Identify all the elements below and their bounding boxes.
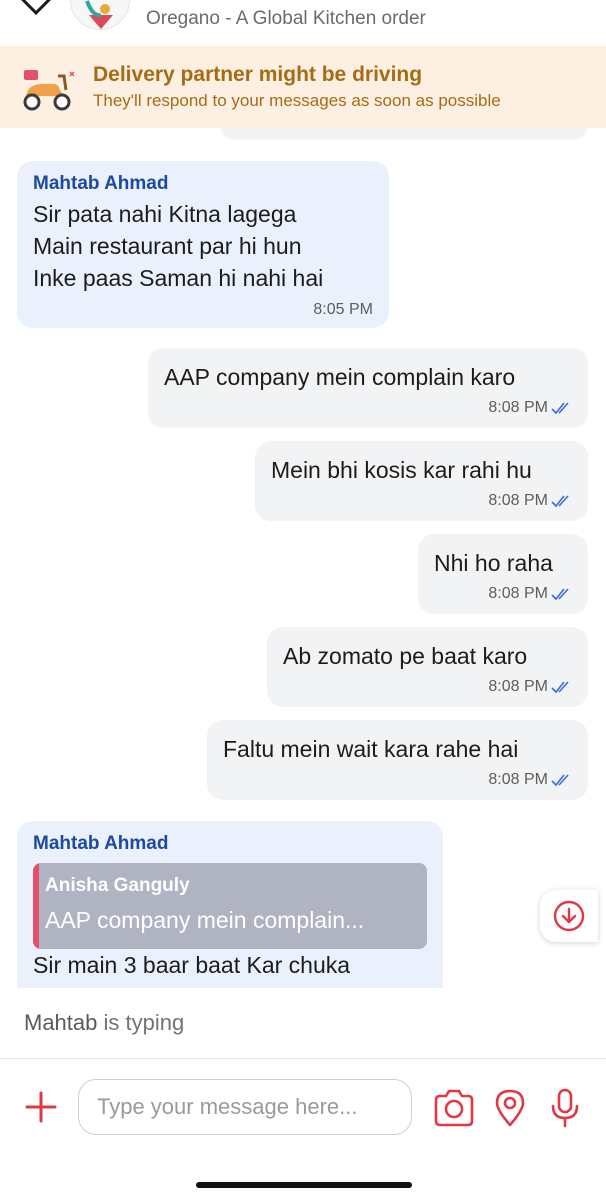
message-input[interactable] [97,1092,397,1122]
chat-message-list[interactable]: Mahtab Ahmad Sir pata nahi Kitna lagega … [0,128,606,988]
message-text: AAP company mein complain karo [164,364,516,390]
chat-header: Oregano - A Global Kitchen order [0,0,606,46]
double-check-icon [551,495,569,508]
banner-title: Delivery partner might be driving [93,63,423,86]
message-time: 8:08 PM [488,585,548,602]
restaurant-avatar[interactable] [70,0,130,30]
message-time: 8:08 PM [488,678,548,695]
order-subtitle: Oregano - A Global Kitchen order [146,8,426,29]
message-time: 8:05 PM [313,301,373,318]
typing-suffix: is typing [97,1010,185,1035]
typing-indicator: Mahtab is typing [24,1010,184,1036]
quoted-text: AAP company mein complain... [45,907,365,933]
outgoing-message[interactable]: Nhi ho raha 8:08 PM [418,534,588,614]
quoted-reply[interactable]: Anisha Ganguly AAP company mein complain… [33,863,427,949]
message-line: Main restaurant par hi hun [33,233,302,259]
double-check-icon [551,774,569,787]
chevron-down-icon[interactable] [19,0,53,15]
home-indicator [196,1182,412,1188]
banner-subtitle: They'll respond to your messages as soon… [93,91,501,110]
scroll-to-bottom-button[interactable] [540,890,598,942]
microphone-icon[interactable] [550,1088,580,1128]
outgoing-message[interactable]: Faltu mein wait kara rahe hai 8:08 PM [207,720,588,800]
message-line: Sir pata nahi Kitna lagega [33,201,297,227]
message-time: 8:08 PM [488,771,548,788]
typing-name: Mahtab [24,1010,98,1035]
outgoing-message[interactable]: AAP company mein complain karo 8:08 PM [148,348,588,428]
outgoing-message[interactable]: Ab zomato pe baat karo 8:08 PM [267,627,588,707]
message-text: Ab zomato pe baat karo [283,643,528,669]
message-text: Nhi ho raha [434,550,553,576]
message-time: 8:08 PM [488,399,548,416]
double-check-icon [551,681,569,694]
location-pin-icon[interactable] [494,1088,526,1128]
plus-icon[interactable] [24,1090,58,1124]
delivery-status-banner: Delivery partner might be driving They'l… [0,46,606,128]
message-text: Mein bhi kosis kar rahi hu [271,457,532,483]
quote-accent-bar [33,863,39,949]
message-text: Faltu mein wait kara rahe hai [223,736,519,762]
camera-icon[interactable] [432,1088,476,1128]
incoming-message[interactable]: Mahtab Ahmad Anisha Ganguly AAP company … [17,821,443,988]
message-bubble-partial [220,128,588,140]
message-input-container[interactable] [78,1079,412,1135]
message-time: 8:08 PM [488,492,548,509]
sender-name: Mahtab Ahmad [33,833,169,854]
sender-name: Mahtab Ahmad [33,173,169,194]
incoming-message[interactable]: Mahtab Ahmad Sir pata nahi Kitna lagega … [17,161,389,328]
outgoing-message[interactable]: Mein bhi kosis kar rahi hu 8:08 PM [255,441,588,521]
arrow-down-circle-icon [553,900,585,932]
double-check-icon [551,588,569,601]
message-line: Inke paas Saman hi nahi hai [33,265,324,291]
quoted-sender: Anisha Ganguly [45,875,190,896]
composer-divider [0,1058,606,1059]
scooter-icon [23,70,75,111]
double-check-icon [551,402,569,415]
message-text: Sir main 3 baar baat Kar chuka [33,952,351,978]
